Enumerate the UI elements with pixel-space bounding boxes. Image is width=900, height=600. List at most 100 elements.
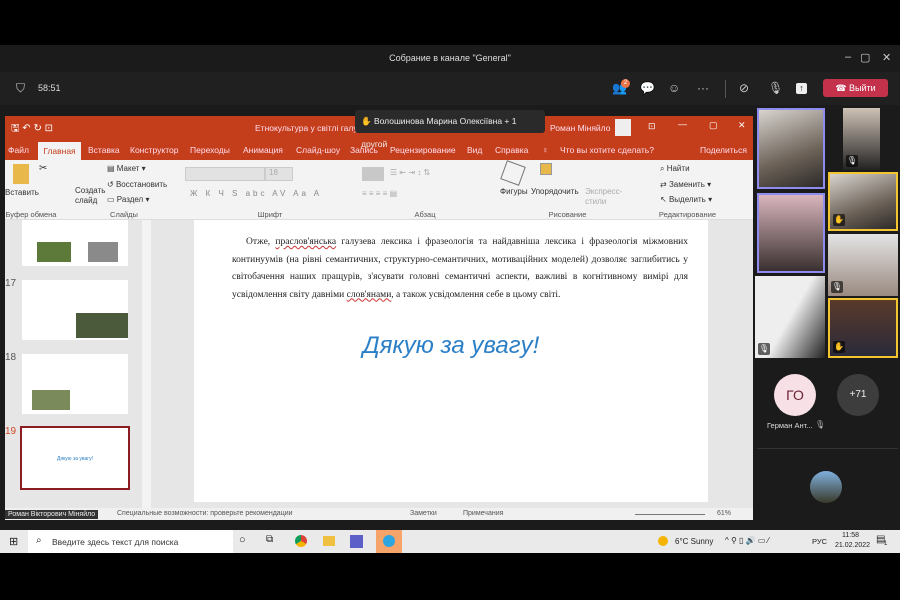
find-button[interactable]: ⌕ Найти xyxy=(660,164,690,174)
taskbar-search[interactable]: ⌕ Введите здесь текст для поиска xyxy=(28,530,233,553)
teams-icon[interactable] xyxy=(350,535,363,548)
camera-off-icon[interactable]: ⊘ xyxy=(739,81,749,95)
avatar[interactable] xyxy=(615,119,631,136)
share-button[interactable]: Поделиться xyxy=(700,145,747,155)
reactions-icon[interactable]: ☺ xyxy=(668,81,680,95)
maximize-button[interactable]: ▢ xyxy=(860,51,870,64)
paste-button[interactable]: Вставить xyxy=(5,188,39,197)
minimize-button[interactable]: – xyxy=(845,51,851,63)
new-slide-button[interactable]: Создать слайд xyxy=(75,186,105,206)
comments-button[interactable]: Примечания xyxy=(463,510,503,517)
maximize-button[interactable]: ▢ xyxy=(709,120,718,131)
avatar[interactable]: ГО xyxy=(774,374,816,416)
zoom-slider[interactable] xyxy=(635,514,705,515)
close-button[interactable]: ✕ xyxy=(738,120,746,131)
cortana-icon[interactable]: ○ xyxy=(239,534,246,546)
participants-badge: 2 xyxy=(621,79,630,88)
tab-slideshow[interactable]: Слайд-шоу xyxy=(296,145,340,155)
chrome-icon[interactable] xyxy=(295,535,307,547)
reset-button[interactable]: ↺ Восстановить xyxy=(107,180,167,189)
paste-icon[interactable] xyxy=(13,164,29,184)
slide-thumbnail[interactable] xyxy=(22,280,128,340)
slide-thumbnail[interactable] xyxy=(22,220,128,266)
tab-animations[interactable]: Анимация xyxy=(243,145,283,155)
slide-thumbnail[interactable] xyxy=(22,354,128,414)
teams-title-bar: Собрание в канале "General" – ▢ ✕ xyxy=(0,45,900,72)
weather-icon xyxy=(658,536,668,546)
lightbulb-icon: ♀ xyxy=(542,145,549,155)
paragraph-buttons[interactable]: ☰ ⇤ ⇥ ↕ ⇅ xyxy=(390,168,430,177)
more-participants-button[interactable]: +71 xyxy=(837,374,879,416)
tab-file[interactable]: Файл xyxy=(8,145,29,155)
tab-review[interactable]: Рецензирование xyxy=(390,145,456,155)
video-tile[interactable]: ✋ xyxy=(828,172,898,231)
windows-start-icon[interactable]: ⊞ xyxy=(9,535,18,548)
ribbon-display-icon[interactable]: ⊡ xyxy=(648,121,656,132)
presenter-label: Роман Вікторович Міняйло xyxy=(5,510,99,519)
file-explorer-icon[interactable] xyxy=(323,536,335,546)
arrange-button[interactable]: Упорядочить xyxy=(531,187,579,196)
list-button[interactable] xyxy=(362,167,384,181)
tray-icons[interactable]: ^ ⚲ ▯ 🔊 ▭ ⁄ xyxy=(725,536,769,545)
window-title: Собрание в канале "General" xyxy=(389,53,511,63)
group-font: Шрифт xyxy=(257,210,283,219)
slide-canvas[interactable]: Отже, праслов'янська галузева лексика і … xyxy=(194,220,708,502)
group-drawing: Рисование xyxy=(548,210,587,219)
close-button[interactable]: ✕ xyxy=(882,51,891,64)
minimize-button[interactable]: — xyxy=(678,119,687,129)
section-button[interactable]: ▭ Раздел ▾ xyxy=(107,195,149,204)
mic-off-icon: 🎙 xyxy=(815,420,826,429)
tab-home[interactable]: Главная xyxy=(38,142,81,160)
font-name-select[interactable] xyxy=(185,167,265,181)
weather-text[interactable]: 6°C Sunny xyxy=(675,537,713,546)
group-slides: Слайды xyxy=(110,210,138,219)
shield-icon: ⛉ xyxy=(16,81,26,95)
leave-button[interactable]: ☎ Выйти xyxy=(823,79,888,97)
video-tile[interactable] xyxy=(757,193,825,273)
shapes-button[interactable]: Фигуры xyxy=(500,187,528,196)
group-paragraph: Абзац xyxy=(414,210,436,219)
video-tile[interactable] xyxy=(757,108,825,189)
account-name[interactable]: Роман Міняйло xyxy=(550,123,610,133)
video-tile[interactable]: ✋ xyxy=(828,298,898,358)
self-avatar[interactable] xyxy=(810,471,842,503)
chat-icon[interactable]: 💬 xyxy=(640,81,655,95)
select-button[interactable]: ↖ Выделить ▾ xyxy=(660,195,712,204)
cut-icon[interactable]: ✂ xyxy=(39,163,47,174)
thumb-thanks: Дякую за увагу! xyxy=(56,456,94,462)
accessibility-status[interactable]: Специальные возможности: проверьте реком… xyxy=(117,510,293,517)
clock-time[interactable]: 11:58 xyxy=(842,532,859,539)
language-indicator[interactable]: РУС xyxy=(812,537,827,546)
slide-thumbnail-selected[interactable]: Дякую за увагу! xyxy=(20,426,130,490)
align-buttons[interactable]: ≡ ≡ ≡ ≡ ▤ xyxy=(362,189,397,198)
tell-me-search[interactable]: Что вы хотите сделать? xyxy=(560,145,654,155)
quick-access-icons[interactable]: 🖫 ↶ ↻ ⊡ xyxy=(11,121,53,138)
share-icon[interactable]: ↑ xyxy=(796,83,807,94)
tab-transitions[interactable]: Переходы xyxy=(190,145,230,155)
tab-design[interactable]: Конструктор xyxy=(130,145,178,155)
status-bar: Специальные возможности: проверьте реком… xyxy=(5,508,753,520)
meeting-toolbar: ⛉ 58:51 👥 2 💬 ☺ ··· ⊘ 🎙 ↑ xyxy=(0,72,900,105)
task-view-icon[interactable]: ⧉ xyxy=(266,534,273,545)
mic-off-icon[interactable]: 🎙 xyxy=(768,81,783,95)
tab-help[interactable]: Справка xyxy=(495,145,528,155)
slide-thumbnails-pane[interactable]: 17 18 19 Дякую за увагу! xyxy=(5,220,153,508)
leave-label: Выйти xyxy=(849,83,876,93)
video-tile[interactable]: 🎙 xyxy=(755,276,825,358)
font-size-select[interactable]: 18 xyxy=(265,167,293,181)
layout-button[interactable]: ▤ Макет ▾ xyxy=(107,164,146,173)
notes-button[interactable]: Заметки xyxy=(410,510,437,517)
zoom-level[interactable]: 61% xyxy=(717,510,731,517)
thumbnails-scrollbar[interactable] xyxy=(142,220,151,508)
more-icon[interactable]: ··· xyxy=(697,81,709,95)
telegram-taskbar-button[interactable] xyxy=(376,530,402,553)
tab-view[interactable]: Вид xyxy=(467,145,482,155)
clock-date[interactable]: 21.02.2022 xyxy=(835,542,870,549)
font-format-buttons[interactable]: Ж К Ч S abc AV Aa A xyxy=(190,189,322,198)
replace-button[interactable]: ⇄ Заменить ▾ xyxy=(660,180,711,189)
video-tile[interactable]: 🎙 xyxy=(828,234,898,296)
raised-hand-tooltip: ✋ Волошинова Марина Олексіївна + 1 друго… xyxy=(355,110,545,149)
quick-styles-button[interactable]: Экспресс-стили xyxy=(585,187,622,207)
video-tile[interactable]: 🎙 xyxy=(843,108,880,170)
tab-insert[interactable]: Вставка xyxy=(88,145,120,155)
